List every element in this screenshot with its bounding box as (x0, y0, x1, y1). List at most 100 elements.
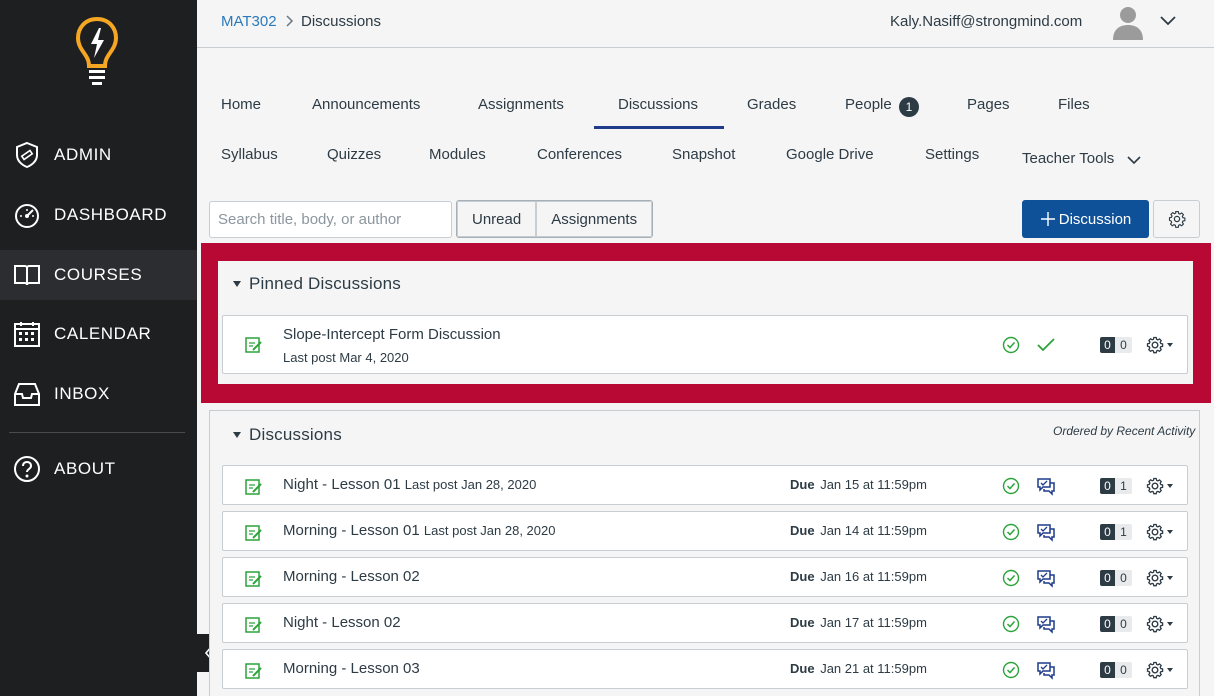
people-count-badge: 1 (899, 97, 919, 117)
nav-item-courses[interactable]: COURSES (0, 250, 197, 300)
discussion-settings-button[interactable] (1153, 200, 1200, 238)
nav-item-about[interactable]: ABOUT (0, 444, 197, 494)
tab-syllabus[interactable]: Syllabus (221, 146, 278, 163)
checkmark-icon[interactable] (1036, 337, 1056, 353)
discussion-title-text[interactable]: Morning - Lesson 02 (283, 568, 420, 585)
due-date: Due Jan 17 at 11:59pm (790, 615, 927, 630)
tab-google-drive[interactable]: Google Drive (786, 146, 874, 163)
nav-item-calendar[interactable]: CALENDAR (0, 309, 197, 359)
discussions-section-title[interactable]: Discussions (249, 425, 342, 445)
search-input[interactable] (209, 201, 452, 238)
due-date: Due Jan 21 at 11:59pm (790, 661, 927, 676)
subscribe-icon[interactable] (1036, 522, 1056, 542)
tab-settings[interactable]: Settings (925, 146, 979, 163)
subscribe-icon[interactable] (1036, 614, 1056, 634)
discussion-title[interactable]: Morning - Lesson 01 Last post Jan 28, 20… (283, 522, 555, 539)
discussion-row[interactable]: Morning - Lesson 03 Due Jan 21 at 11:59p… (222, 649, 1188, 689)
gear-icon[interactable] (1145, 335, 1177, 355)
tab-home[interactable]: Home (221, 96, 261, 113)
breadcrumb-course-link[interactable]: MAT302 (221, 13, 277, 30)
top-header: MAT302 Discussions Kaly.Nasiff@strongmin… (197, 0, 1214, 48)
nav-item-label: INBOX (54, 384, 110, 403)
add-discussion-button[interactable]: Discussion (1022, 200, 1149, 238)
tab-pages[interactable]: Pages (967, 96, 1010, 113)
nav-item-label: ABOUT (54, 459, 116, 478)
tab-people[interactable]: People (845, 96, 892, 113)
tab-teacher-tools[interactable]: Teacher Tools (1022, 150, 1114, 167)
discussion-title-text[interactable]: Night - Lesson 01 (283, 476, 401, 493)
gear-icon[interactable] (1145, 660, 1177, 680)
subscribe-icon[interactable] (1036, 476, 1056, 496)
avatar[interactable] (1111, 4, 1145, 40)
subscribe-icon[interactable] (1036, 660, 1056, 680)
post-counts: 0 0 (1100, 662, 1132, 678)
add-discussion-label: Discussion (1058, 210, 1132, 228)
tab-files[interactable]: Files (1058, 96, 1090, 113)
discussion-row[interactable]: Morning - Lesson 01 Last post Jan 28, 20… (222, 511, 1188, 551)
assignments-filter-button[interactable]: Assignments (536, 201, 653, 237)
nav-item-dashboard[interactable]: DASHBOARD (0, 190, 197, 240)
calendar-icon (14, 322, 40, 347)
tab-snapshot[interactable]: Snapshot (672, 146, 735, 163)
nav-item-label: CALENDAR (54, 324, 152, 343)
published-check-icon[interactable] (1002, 661, 1020, 679)
due-value: Jan 17 at 11:59pm (820, 615, 927, 630)
nav-item-admin[interactable]: ADMIN (0, 130, 197, 180)
post-counts: 0 1 (1100, 524, 1132, 540)
post-counts: 0 0 (1100, 616, 1132, 632)
tab-discussions[interactable]: Discussions (618, 96, 698, 113)
tab-grades[interactable]: Grades (747, 96, 796, 113)
nav-item-inbox[interactable]: INBOX (0, 369, 197, 419)
tab-assignments[interactable]: Assignments (478, 96, 564, 113)
read-count: 0 (1100, 524, 1115, 540)
discussion-row[interactable]: Slope-Intercept Form Discussion Last pos… (222, 315, 1188, 374)
unread-count: 0 (1115, 337, 1132, 353)
chevron-down-icon[interactable] (1126, 154, 1142, 165)
chevron-down-icon[interactable] (1159, 14, 1177, 26)
discussion-title-text[interactable]: Night - Lesson 02 (283, 614, 401, 631)
discussion-last-post: Last post Jan 28, 2020 (404, 477, 537, 492)
pinned-section-title[interactable]: Pinned Discussions (249, 274, 401, 294)
due-value: Jan 21 at 11:59pm (820, 661, 927, 676)
discussion-row[interactable]: Night - Lesson 01 Last post Jan 28, 2020… (222, 465, 1188, 505)
tab-quizzes[interactable]: Quizzes (327, 146, 381, 163)
sidebar-divider (9, 432, 185, 433)
help-icon (14, 456, 40, 482)
discussion-last-post: Last post Jan 28, 2020 (423, 523, 556, 538)
discussion-title-text[interactable]: Morning - Lesson 03 (283, 660, 420, 677)
due-value: Jan 16 at 11:59pm (820, 569, 927, 584)
gear-icon[interactable] (1145, 522, 1177, 542)
plus-icon (1040, 212, 1055, 226)
discussion-title[interactable]: Night - Lesson 01 Last post Jan 28, 2020 (283, 476, 536, 493)
post-counts: 0 0 (1100, 570, 1132, 586)
caret-down-icon[interactable] (233, 432, 241, 438)
breadcrumb-current-page: Discussions (301, 13, 382, 30)
filter-button-group: Unread Assignments (456, 200, 654, 238)
gear-icon[interactable] (1145, 568, 1177, 588)
published-check-icon[interactable] (1002, 477, 1020, 495)
tab-modules[interactable]: Modules (429, 146, 486, 163)
unread-filter-button[interactable]: Unread (457, 201, 537, 237)
gear-icon[interactable] (1145, 614, 1177, 634)
tab-announcements[interactable]: Announcements (312, 96, 420, 113)
nav-item-label: COURSES (54, 265, 143, 284)
tab-conferences[interactable]: Conferences (537, 146, 622, 163)
discussion-title[interactable]: Night - Lesson 02 (283, 614, 401, 631)
discussion-row[interactable]: Night - Lesson 02 Due Jan 17 at 11:59pm … (222, 603, 1188, 643)
subscribe-icon[interactable] (1036, 568, 1056, 588)
caret-down-icon[interactable] (233, 281, 241, 287)
dashboard-icon (15, 204, 39, 228)
gear-icon[interactable] (1145, 476, 1177, 496)
unread-count: 0 (1115, 662, 1132, 678)
published-check-icon[interactable] (1002, 569, 1020, 587)
discussion-title-text[interactable]: Morning - Lesson 01 (283, 522, 420, 539)
published-check-icon[interactable] (1002, 336, 1020, 354)
published-check-icon[interactable] (1002, 523, 1020, 541)
lightbulb-logo-icon[interactable] (74, 16, 120, 86)
discussion-title[interactable]: Morning - Lesson 02 (283, 568, 420, 585)
discussion-title[interactable]: Morning - Lesson 03 (283, 660, 420, 677)
discussion-title[interactable]: Slope-Intercept Form Discussion (283, 326, 501, 343)
published-check-icon[interactable] (1002, 615, 1020, 633)
discussion-row[interactable]: Morning - Lesson 02 Due Jan 16 at 11:59p… (222, 557, 1188, 597)
book-icon (14, 265, 40, 286)
